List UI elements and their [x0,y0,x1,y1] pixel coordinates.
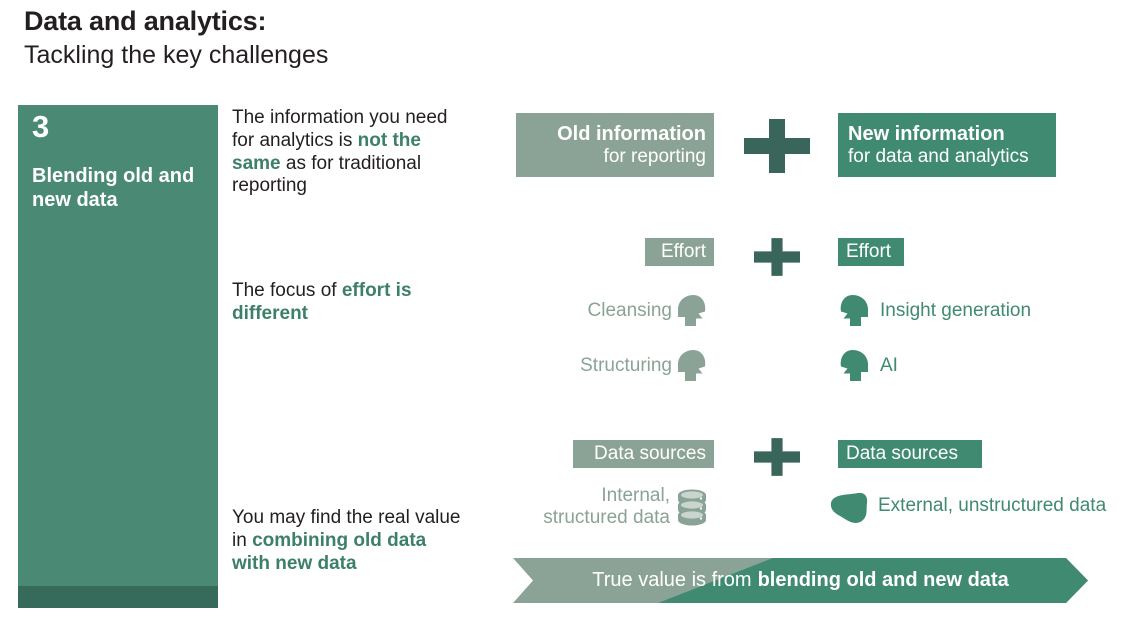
summary-banner-emphasis: blending old and new data [757,569,1009,591]
item-internal-structured-data: Internal, structured data [530,484,714,530]
chip-old-data-sources: Data sources [573,440,714,468]
chip-new-information: New information for data and analytics [838,113,1056,177]
item-ai-label: AI [880,354,898,376]
chip-new-effort-label: Effort [846,241,892,263]
plus-icon [754,238,800,276]
plus-icon [754,438,800,476]
database-icon [678,489,706,526]
head-profile-icon [678,295,706,326]
chip-old-information-line2: for reporting [603,145,706,167]
item-external-unstructured-data: External, unstructured data [826,484,1106,528]
chip-old-data-sources-label: Data sources [594,443,706,465]
summary-banner: True value is from blending old and new d… [513,558,1088,603]
item-insight-generation: Insight generation [832,290,1031,332]
plus-icon [744,119,810,173]
item-structuring: Structuring [520,345,714,387]
item-ai: AI [832,345,898,387]
chip-new-data-sources-label: Data sources [846,443,958,465]
item-insight-generation-label: Insight generation [880,299,1032,321]
chip-old-effort: Effort [645,238,714,266]
head-profile-icon [840,350,868,381]
item-structuring-label: Structuring [580,354,672,376]
chip-old-information: Old information for reporting [516,113,714,177]
chip-old-information-line1: Old information [557,123,706,146]
head-profile-icon [678,350,706,381]
head-profile-icon [840,295,868,326]
chip-old-effort-label: Effort [660,241,706,263]
summary-banner-prefix: True value is from [592,569,752,591]
chip-new-information-line2: for data and analytics [848,145,1029,167]
blob-icon [830,492,868,523]
summary-banner-text: True value is from blending old and new d… [513,558,1088,603]
slide-root: Data and analytics: Tackling the key cha… [0,0,1129,630]
diagram-area: Old information for reporting New inform… [0,0,1129,630]
item-cleansing-label: Cleansing [587,299,673,321]
chip-new-effort: Effort [838,238,904,266]
chip-new-information-line1: New information [848,123,1005,146]
item-internal-structured-data-label: Internal, structured data [543,484,670,528]
item-cleansing: Cleansing [520,290,714,332]
item-external-unstructured-data-label: External, unstructured data [878,494,1107,516]
chip-new-data-sources: Data sources [838,440,982,468]
